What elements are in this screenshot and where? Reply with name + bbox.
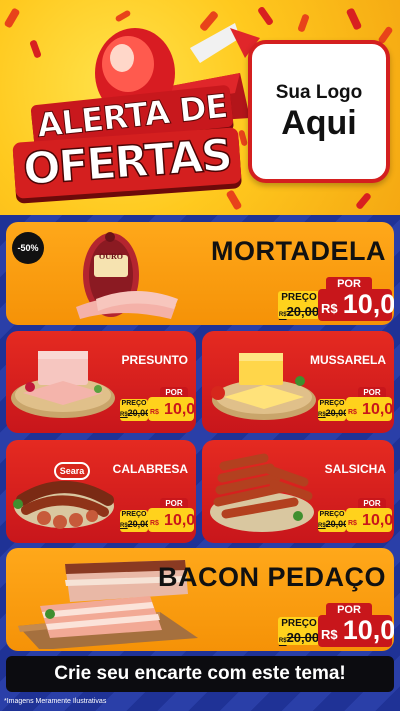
- new-price: R$ 10,00KG: [148, 397, 196, 421]
- old-price-box: PREÇO R$20,00: [120, 510, 151, 532]
- preco-label: PREÇO: [319, 511, 345, 518]
- product-name: MUSSARELA: [309, 353, 386, 367]
- logo-line-2: Aqui: [281, 103, 357, 142]
- preco-label: PREÇO: [121, 400, 147, 407]
- cta-banner[interactable]: Crie seu encarte com este tema!: [6, 656, 394, 692]
- price-tag: POR PREÇO R$20,00 R$ 10,00KG: [316, 387, 394, 423]
- product-name: MORTADELA: [211, 236, 386, 266]
- old-price: R$20,00: [120, 519, 151, 529]
- old-price-box: PREÇO R$20,00: [278, 617, 320, 645]
- new-price: R$ 10,00KG: [318, 289, 394, 321]
- preco-label: PREÇO: [319, 400, 345, 407]
- old-price-box: PREÇO R$20,00: [120, 399, 151, 421]
- old-price: R$20,00: [278, 304, 320, 319]
- product-name: CALABRESA: [112, 462, 188, 476]
- price-tag: POR PREÇO R$20,00 R$ 10,00KG: [118, 387, 196, 423]
- logo-placeholder: Sua Logo Aqui: [248, 40, 390, 183]
- confetti: [345, 7, 363, 31]
- preco-label: PREÇO: [281, 292, 317, 303]
- price-tag: POR PREÇO R$20,00 R$ 10,00KG: [316, 498, 394, 534]
- preco-label: PREÇO: [281, 618, 317, 629]
- product-name: PRESUNTO: [121, 353, 188, 367]
- old-price: R$20,00: [120, 408, 151, 418]
- confetti: [29, 39, 42, 59]
- preco-label: PREÇO: [121, 511, 147, 518]
- product-name: BACON PEDAÇO: [157, 562, 386, 592]
- old-price-box: PREÇO R$20,00: [318, 510, 349, 532]
- mussarela-illustration: [211, 353, 316, 420]
- mortadela-illustration: [76, 232, 178, 319]
- price-tag: POR PREÇO R$20,00 R$ 10,00KG: [276, 603, 394, 647]
- presunto-illustration: [11, 351, 115, 418]
- brand-label: Seara: [54, 462, 90, 480]
- old-price: R$20,00: [318, 519, 349, 529]
- footnote: *Imagens Meramente Ilustrativas: [4, 698, 107, 705]
- product-card-mussarela: MUSSARELA POR PREÇO R$20,00 R$ 10,00KG: [202, 331, 394, 433]
- discount-badge: -50%: [12, 232, 44, 264]
- price-tag: POR PREÇO R$20,00 R$ 10,00KG: [118, 498, 196, 534]
- product-name: SALSICHA: [324, 462, 386, 476]
- old-price-box: PREÇO R$20,00: [278, 291, 320, 319]
- price-tag: POR PREÇO R$20,00 R$ 10,00KG: [276, 277, 394, 321]
- old-price: R$20,00: [278, 630, 320, 645]
- product-card-salsicha: SALSICHA POR PREÇO R$20,00 R$ 10,00KG: [202, 440, 394, 543]
- header-banner: ALERTA DE OFERTAS Sua Logo Aqui: [0, 0, 400, 215]
- confetti: [297, 13, 310, 33]
- old-price-box: PREÇO R$20,00: [318, 399, 349, 421]
- product-card-mortadela: -50% OURO MORTADELA POR PREÇO R$20,00 R$…: [6, 222, 394, 325]
- product-card-presunto: PRESUNTO POR PREÇO R$20,00 R$ 10,00KG: [6, 331, 196, 433]
- salsicha-illustration: [210, 453, 314, 532]
- product-card-bacon: BACON PEDAÇO POR PREÇO R$20,00 R$ 10,00K…: [6, 548, 394, 651]
- new-price: R$ 10,00KG: [346, 508, 394, 532]
- confetti: [3, 7, 21, 29]
- brand-label: OURO: [99, 252, 123, 261]
- confetti: [355, 191, 372, 211]
- old-price: R$20,00: [318, 408, 349, 418]
- new-price: R$ 10,00KG: [148, 508, 196, 532]
- logo-line-1: Sua Logo: [275, 81, 363, 103]
- product-card-calabresa: Seara CALABRESA POR PREÇO R$20,00 R$ 10,…: [6, 440, 196, 543]
- title-block: ALERTA DE OFERTAS: [10, 84, 242, 199]
- new-price: R$ 10,00KG: [346, 397, 394, 421]
- new-price: R$ 10,00KG: [318, 615, 394, 647]
